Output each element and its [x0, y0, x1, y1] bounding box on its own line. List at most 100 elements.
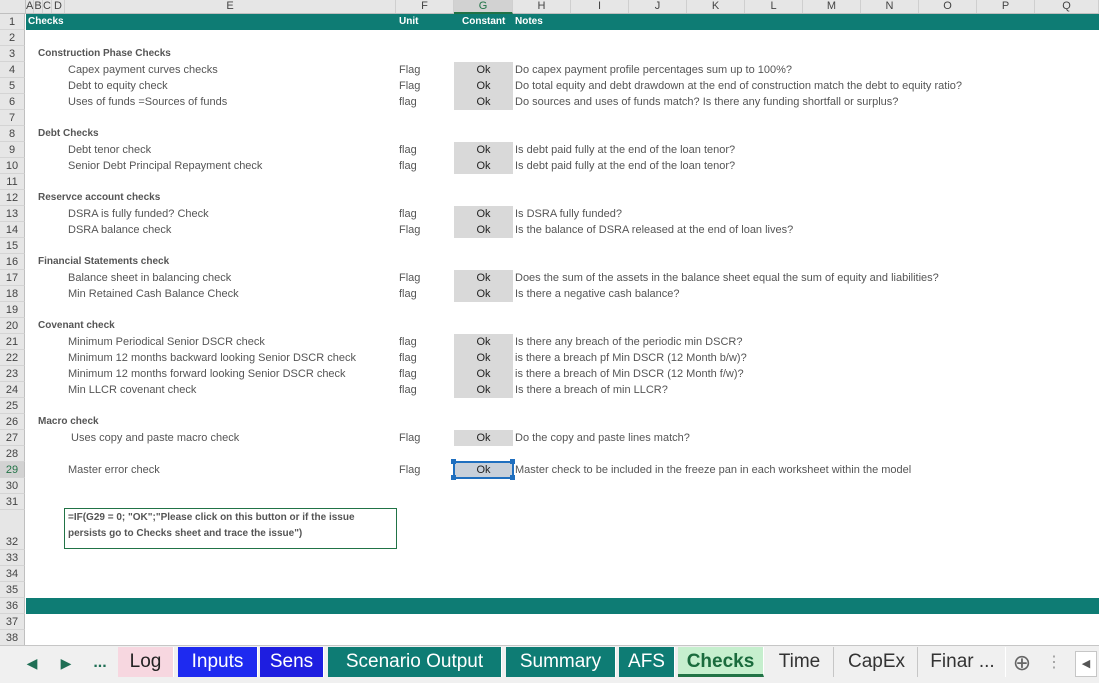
tab-log[interactable]: Log — [118, 647, 174, 677]
check-note[interactable]: Master check to be included in the freez… — [515, 462, 911, 478]
row-header-8[interactable]: 8 — [0, 126, 25, 142]
row-header-16[interactable]: 16 — [0, 254, 25, 270]
row-header-6[interactable]: 6 — [0, 94, 25, 110]
check-unit[interactable]: flag — [399, 206, 417, 222]
row-header-4[interactable]: 4 — [0, 62, 25, 78]
selection-handle[interactable] — [451, 459, 456, 464]
col-header-e[interactable]: E — [65, 0, 396, 13]
check-label[interactable]: DSRA is fully funded? Check — [68, 206, 209, 222]
row-header-27[interactable]: 27 — [0, 430, 25, 446]
macro-formula-box[interactable]: =IF(G29 = 0; "OK";"Please click on this … — [64, 508, 397, 549]
row-header-11[interactable]: 11 — [0, 174, 25, 190]
check-label[interactable]: Minimum 12 months backward looking Senio… — [68, 350, 356, 366]
row-header-35[interactable]: 35 — [0, 582, 25, 598]
check-status-cell[interactable]: Ok — [454, 286, 513, 302]
row-header-32[interactable]: 32 — [0, 510, 25, 550]
row-header-24[interactable]: 24 — [0, 382, 25, 398]
row-header-23[interactable]: 23 — [0, 366, 25, 382]
row-header-29[interactable]: 29 — [0, 462, 25, 478]
check-note[interactable]: is there a breach pf Min DSCR (12 Month … — [515, 350, 747, 366]
check-note[interactable]: Is debt paid fully at the end of the loa… — [515, 142, 735, 158]
row-header-9[interactable]: 9 — [0, 142, 25, 158]
row-header-21[interactable]: 21 — [0, 334, 25, 350]
check-label[interactable]: Minimum Periodical Senior DSCR check — [68, 334, 265, 350]
check-label[interactable]: Uses of funds =Sources of funds — [68, 94, 227, 110]
col-header-q[interactable]: Q — [1035, 0, 1099, 13]
check-status-cell[interactable]: Ok — [454, 206, 513, 222]
check-status-cell[interactable]: Ok — [454, 158, 513, 174]
check-note[interactable]: Is there a breach of min LLCR? — [515, 382, 668, 398]
check-label[interactable]: Senior Debt Principal Repayment check — [68, 158, 262, 174]
tab-split-menu-icon[interactable]: ⋮ — [1046, 651, 1062, 675]
tab-checks[interactable]: Checks — [678, 647, 764, 677]
row-header-19[interactable]: 19 — [0, 302, 25, 318]
check-unit[interactable]: Flag — [399, 430, 420, 446]
check-unit[interactable]: flag — [399, 142, 417, 158]
row-header-12[interactable]: 12 — [0, 190, 25, 206]
selection-handle[interactable] — [451, 475, 456, 480]
col-header-a[interactable]: A — [26, 0, 34, 13]
check-status-cell[interactable]: Ok — [454, 334, 513, 350]
check-unit[interactable]: Flag — [399, 222, 420, 238]
row-header-2[interactable]: 2 — [0, 30, 25, 46]
row-header-14[interactable]: 14 — [0, 222, 25, 238]
col-header-p[interactable]: P — [977, 0, 1035, 13]
check-note[interactable]: Do sources and uses of funds match? Is t… — [515, 94, 898, 110]
tab-summary[interactable]: Summary — [506, 647, 616, 677]
tab-capex[interactable]: CapEx — [836, 647, 918, 677]
col-header-c[interactable]: C — [43, 0, 52, 13]
row-header-17[interactable]: 17 — [0, 270, 25, 286]
tab-finan[interactable]: Finar ... — [920, 647, 1006, 677]
row-header-26[interactable]: 26 — [0, 414, 25, 430]
row-header-22[interactable]: 22 — [0, 350, 25, 366]
col-header-b[interactable]: B — [34, 0, 43, 13]
check-label[interactable]: Min LLCR covenant check — [68, 382, 196, 398]
check-note[interactable]: Is debt paid fully at the end of the loa… — [515, 158, 735, 174]
check-note[interactable]: Is the balance of DSRA released at the e… — [515, 222, 793, 238]
check-note[interactable]: Do total equity and debt drawdown at the… — [515, 78, 962, 94]
check-note[interactable]: Is there any breach of the periodic min … — [515, 334, 742, 350]
check-unit[interactable]: flag — [399, 382, 417, 398]
row-header-36[interactable]: 36 — [0, 598, 25, 614]
col-header-o[interactable]: O — [919, 0, 977, 13]
col-header-d[interactable]: D — [52, 0, 65, 13]
row-header-20[interactable]: 20 — [0, 318, 25, 334]
check-unit[interactable]: flag — [399, 350, 417, 366]
tab-afs[interactable]: AFS — [619, 647, 675, 677]
row-header-18[interactable]: 18 — [0, 286, 25, 302]
check-unit[interactable]: flag — [399, 334, 417, 350]
row-header-15[interactable]: 15 — [0, 238, 25, 254]
row-header-1[interactable]: 1 — [0, 14, 25, 30]
check-unit[interactable]: flag — [399, 94, 417, 110]
row-header-28[interactable]: 28 — [0, 446, 25, 462]
col-header-g[interactable]: G — [454, 0, 513, 14]
check-note[interactable]: Does the sum of the assets in the balanc… — [515, 270, 939, 286]
col-header-j[interactable]: J — [629, 0, 687, 13]
check-label[interactable]: Master error check — [68, 462, 160, 478]
tab-scenario-output[interactable]: Scenario Output — [328, 647, 502, 677]
col-header-i[interactable]: I — [571, 0, 629, 13]
check-label[interactable]: DSRA balance check — [68, 222, 171, 238]
row-header-7[interactable]: 7 — [0, 110, 25, 126]
col-header-k[interactable]: K — [687, 0, 745, 13]
master-check-cell[interactable]: Ok — [453, 461, 514, 479]
check-unit[interactable]: Flag — [399, 62, 420, 78]
check-status-cell[interactable]: Ok — [454, 78, 513, 94]
row-header-31[interactable]: 31 — [0, 494, 25, 510]
check-note[interactable]: Is there a negative cash balance? — [515, 286, 680, 302]
check-label[interactable]: Minimum 12 months forward looking Senior… — [68, 366, 346, 382]
check-unit[interactable]: Flag — [399, 462, 420, 478]
row-header-5[interactable]: 5 — [0, 78, 25, 94]
check-note[interactable]: is there a breach of Min DSCR (12 Month … — [515, 366, 744, 382]
row-header-38[interactable]: 38 — [0, 630, 25, 646]
check-status-cell[interactable]: Ok — [454, 62, 513, 78]
check-unit[interactable]: flag — [399, 158, 417, 174]
row-header-30[interactable]: 30 — [0, 478, 25, 494]
check-label[interactable]: Debt tenor check — [68, 142, 151, 158]
check-status-cell[interactable]: Ok — [454, 94, 513, 110]
tab-inputs[interactable]: Inputs — [178, 647, 258, 677]
row-header-13[interactable]: 13 — [0, 206, 25, 222]
check-unit[interactable]: Flag — [399, 78, 420, 94]
col-header-m[interactable]: M — [803, 0, 861, 13]
row-header-10[interactable]: 10 — [0, 158, 25, 174]
